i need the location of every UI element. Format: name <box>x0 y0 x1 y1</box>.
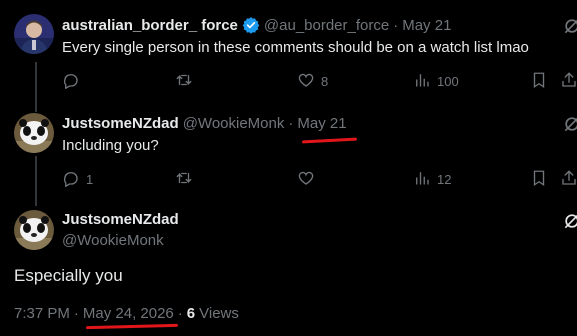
author-name[interactable]: australian_border_ force <box>62 17 238 34</box>
separator-dot: · <box>288 115 294 132</box>
avatar[interactable] <box>14 113 54 153</box>
like-icon <box>297 71 315 92</box>
separator-dot: · <box>177 305 183 322</box>
tweet-time[interactable]: 7:37 PM <box>14 305 70 322</box>
like-button[interactable] <box>297 169 321 190</box>
author-handle[interactable]: @WookieMonk <box>62 232 164 249</box>
views-count: 6 <box>186 305 196 322</box>
reply-icon <box>62 71 80 92</box>
share-icon <box>560 169 577 190</box>
annotation-underline <box>85 323 179 330</box>
grok-icon[interactable] <box>562 114 577 139</box>
avatar[interactable] <box>14 14 54 54</box>
tweet-date[interactable]: May 24, 2026 <box>83 305 174 322</box>
annotation-underline <box>301 137 358 144</box>
share-button[interactable] <box>560 71 577 92</box>
views-label: Views <box>199 305 239 322</box>
tweet-date[interactable]: May 21 <box>297 115 346 132</box>
repost-icon <box>175 71 193 92</box>
grok-icon[interactable] <box>562 16 577 41</box>
views-icon <box>413 169 431 190</box>
tweet-text: Including you? <box>62 137 159 154</box>
tweet-date[interactable]: May 21 <box>402 17 451 34</box>
grok-icon[interactable] <box>562 211 577 236</box>
share-icon <box>560 71 577 92</box>
like-count: 8 <box>321 74 329 89</box>
views-count: 100 <box>437 74 459 89</box>
separator-dot: · <box>73 305 79 322</box>
bookmark-button[interactable] <box>530 71 548 92</box>
tweet-text: Especially you <box>14 266 123 285</box>
views-button[interactable]: 12 <box>413 169 451 190</box>
repost-icon <box>175 169 193 190</box>
author-name[interactable]: JustsomeNZdad <box>62 211 179 228</box>
tweet-actions: 1 12 <box>62 169 577 189</box>
views-button[interactable]: 100 <box>413 71 459 92</box>
author-handle[interactable]: @au_border_force <box>264 17 389 34</box>
avatar[interactable] <box>14 210 54 250</box>
bookmark-icon <box>530 169 548 190</box>
repost-button[interactable] <box>175 71 199 92</box>
reply-icon <box>62 169 80 190</box>
like-button[interactable]: 8 <box>297 71 328 92</box>
views-icon <box>413 71 431 92</box>
share-button[interactable] <box>560 169 577 190</box>
repost-button[interactable] <box>175 169 199 190</box>
views-count: 12 <box>437 172 452 187</box>
thread-line <box>35 156 37 206</box>
reply-count: 1 <box>86 172 94 187</box>
separator-dot: · <box>393 16 399 34</box>
thread-line <box>35 62 37 112</box>
bookmark-icon <box>530 71 548 92</box>
like-icon <box>297 169 315 190</box>
author-name[interactable]: JustsomeNZdad <box>62 115 179 132</box>
verified-badge-icon <box>242 16 260 34</box>
reply-button[interactable]: 1 <box>62 169 93 190</box>
bookmark-button[interactable] <box>530 169 548 190</box>
author-handle[interactable]: @WookieMonk <box>183 115 285 132</box>
tweet-text: Every single person in these comments sh… <box>62 39 529 56</box>
tweet-actions: 8 100 <box>62 71 577 91</box>
reply-button[interactable] <box>62 71 86 92</box>
